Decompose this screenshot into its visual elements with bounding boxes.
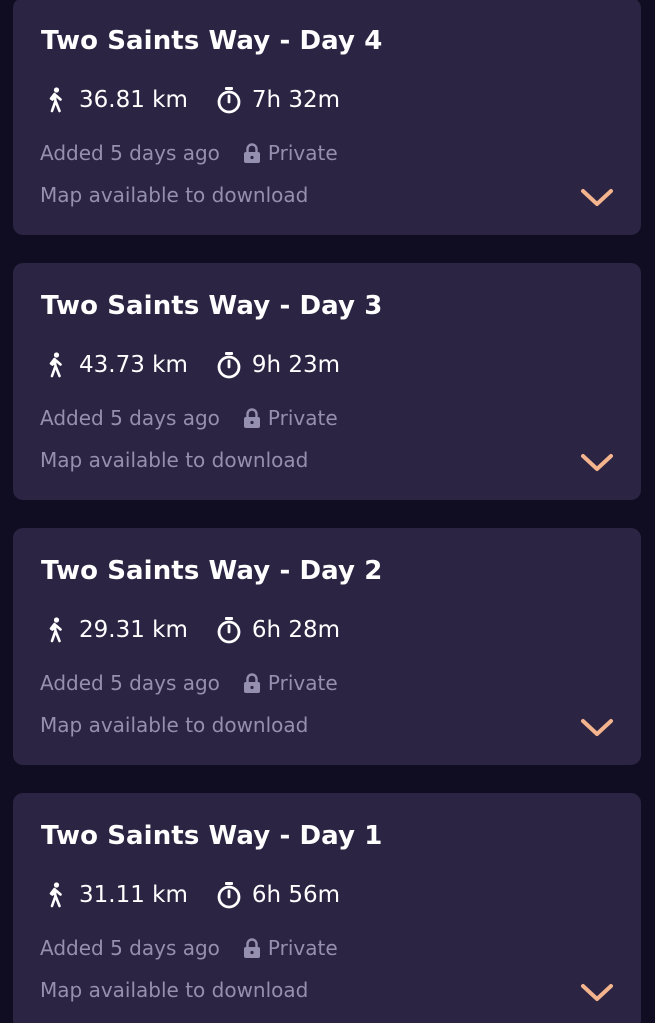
added-date: Added 5 days ago <box>40 406 220 430</box>
route-distance: 29.31 km <box>79 617 188 643</box>
route-distance: 43.73 km <box>79 352 188 378</box>
route-meta: Added 5 days ago Private <box>40 139 338 167</box>
expand-button[interactable] <box>577 711 617 743</box>
route-duration: 6h 56m <box>251 882 341 908</box>
route-stats: 36.81 km 7h 32m <box>44 85 340 115</box>
map-download-status: Map available to download <box>40 183 309 207</box>
map-download-status: Map available to download <box>40 713 309 737</box>
added-date: Added 5 days ago <box>40 671 220 695</box>
stopwatch-icon <box>215 86 243 114</box>
route-title: Two Saints Way - Day 1 <box>41 821 383 851</box>
stopwatch-icon <box>215 351 243 379</box>
lock-icon <box>242 936 262 960</box>
route-card[interactable]: Two Saints Way - Day 2 29.31 km 6h 28m A… <box>13 528 641 765</box>
chevron-down-icon <box>581 189 613 206</box>
added-date: Added 5 days ago <box>40 936 220 960</box>
walking-person-icon <box>44 881 66 909</box>
stopwatch-icon <box>215 616 243 644</box>
route-distance: 36.81 km <box>79 87 188 113</box>
expand-button[interactable] <box>577 181 617 213</box>
route-distance: 31.11 km <box>79 882 188 908</box>
map-download-status: Map available to download <box>40 448 309 472</box>
added-date: Added 5 days ago <box>40 141 220 165</box>
lock-icon <box>242 671 262 695</box>
chevron-down-icon <box>581 719 613 736</box>
stopwatch-icon <box>215 881 243 909</box>
privacy-label: Private <box>267 936 338 960</box>
route-meta: Added 5 days ago Private <box>40 669 338 697</box>
map-download-status: Map available to download <box>40 978 309 1002</box>
walking-person-icon <box>44 616 66 644</box>
route-duration: 9h 23m <box>251 352 341 378</box>
route-meta: Added 5 days ago Private <box>40 404 338 432</box>
route-duration: 6h 28m <box>251 617 341 643</box>
expand-button[interactable] <box>577 446 617 478</box>
privacy-label: Private <box>267 671 338 695</box>
privacy-label: Private <box>267 141 338 165</box>
walking-person-icon <box>44 351 66 379</box>
chevron-down-icon <box>581 454 613 471</box>
route-title: Two Saints Way - Day 3 <box>41 291 383 321</box>
route-list: Two Saints Way - Day 4 36.81 km 7h 32m A… <box>0 0 655 1023</box>
route-title: Two Saints Way - Day 4 <box>41 26 383 56</box>
lock-icon <box>242 141 262 165</box>
walking-person-icon <box>44 86 66 114</box>
route-duration: 7h 32m <box>251 87 341 113</box>
lock-icon <box>242 406 262 430</box>
route-card[interactable]: Two Saints Way - Day 1 31.11 km 6h 56m A… <box>13 793 641 1023</box>
route-stats: 31.11 km 6h 56m <box>44 880 340 910</box>
route-meta: Added 5 days ago Private <box>40 934 338 962</box>
route-card[interactable]: Two Saints Way - Day 3 43.73 km 9h 23m A… <box>13 263 641 500</box>
route-stats: 29.31 km 6h 28m <box>44 615 340 645</box>
privacy-label: Private <box>267 406 338 430</box>
expand-button[interactable] <box>577 976 617 1008</box>
route-stats: 43.73 km 9h 23m <box>44 350 340 380</box>
chevron-down-icon <box>581 984 613 1001</box>
route-card[interactable]: Two Saints Way - Day 4 36.81 km 7h 32m A… <box>13 0 641 235</box>
route-title: Two Saints Way - Day 2 <box>41 556 383 586</box>
